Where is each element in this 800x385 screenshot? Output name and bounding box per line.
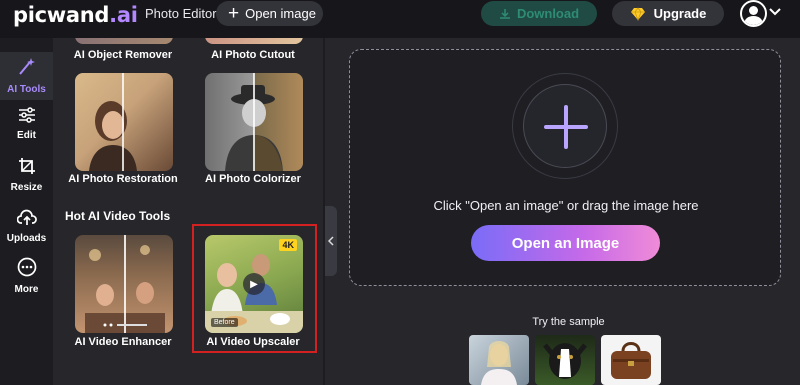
rail-item-ai-tools[interactable]: AI Tools [0, 52, 53, 100]
tool-thumb-photo-cutout[interactable] [205, 38, 303, 44]
rail-item-edit[interactable]: Edit [0, 100, 53, 148]
tool-label[interactable]: AI Object Remover [53, 49, 193, 61]
highlight-box [192, 224, 317, 353]
rail-label: More [14, 284, 39, 295]
tool-thumb-object-remover[interactable] [75, 38, 173, 44]
collapse-panel-button[interactable] [325, 206, 337, 276]
try-sample-label: Try the sample [532, 316, 605, 328]
cloud-upload-icon [16, 208, 37, 230]
upgrade-button[interactable]: Upgrade [612, 1, 724, 26]
avatar[interactable] [740, 0, 767, 27]
user-icon [744, 6, 763, 25]
open-an-image-button[interactable]: Open an Image [471, 225, 660, 261]
plus-icon: + [228, 3, 240, 24]
rail-label: Resize [10, 182, 43, 193]
rail-item-more[interactable]: More [0, 252, 53, 300]
app-name: Photo Editor [145, 6, 217, 21]
sample-image-woman[interactable] [469, 335, 529, 385]
section-title-video: Hot AI Video Tools [65, 209, 171, 223]
main-canvas: Click "Open an image" or drag the image … [337, 38, 800, 385]
crop-icon [18, 157, 36, 179]
chevron-down-icon[interactable] [769, 5, 781, 19]
sliders-icon [18, 107, 36, 127]
drop-zone[interactable]: Click "Open an image" or drag the image … [349, 49, 781, 286]
tool-thumb-photo-restoration[interactable] [75, 73, 173, 171]
plus-icon [544, 105, 588, 149]
sample-image-bag[interactable] [601, 335, 661, 385]
rail-label: AI Tools [7, 84, 46, 95]
logo-text: picwand [13, 3, 110, 27]
upload-circle[interactable] [523, 84, 607, 168]
tool-label[interactable]: AI Video Enhancer [53, 336, 193, 348]
open-image-label: Open image [245, 6, 316, 21]
diamond-icon [630, 6, 645, 21]
sample-image-dog[interactable] [535, 335, 595, 385]
tool-label[interactable]: AI Photo Restoration [53, 173, 193, 185]
download-button[interactable]: Download [481, 1, 597, 26]
tool-thumb-video-enhancer[interactable] [75, 235, 173, 333]
rail-item-resize[interactable]: Resize [0, 151, 53, 199]
more-dots-icon [17, 257, 37, 281]
tools-panel: AI Object Remover AI Photo Cutout AI Pho… [53, 38, 325, 385]
chevron-left-icon [328, 236, 334, 246]
tool-label[interactable]: AI Photo Cutout [183, 49, 323, 61]
sparkle-icon [17, 57, 37, 81]
download-icon [499, 8, 510, 19]
rail-item-uploads[interactable]: Uploads [0, 202, 53, 250]
rail-label: Edit [17, 130, 36, 141]
logo-domain: .ai [109, 3, 138, 27]
top-bar: picwand.ai Photo Editor + Open image Dow… [0, 0, 800, 38]
upgrade-label: Upgrade [653, 6, 707, 21]
drop-instructions: Click "Open an image" or drag the image … [433, 198, 699, 213]
tool-thumb-photo-colorizer[interactable] [205, 73, 303, 171]
tool-rail: AI Tools Edit Resize Uploads More [0, 38, 53, 385]
logo[interactable]: picwand.ai [13, 3, 138, 27]
download-label: Download [516, 6, 580, 21]
open-image-button[interactable]: + Open image [216, 1, 323, 26]
tool-label[interactable]: AI Photo Colorizer [183, 173, 323, 185]
rail-label: Uploads [6, 233, 47, 244]
